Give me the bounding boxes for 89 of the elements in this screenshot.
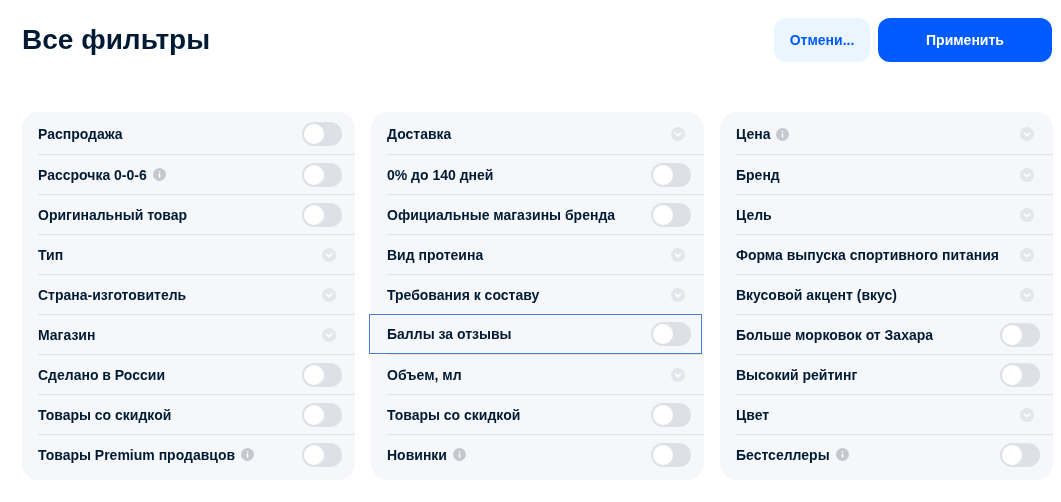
- filter-row[interactable]: Вкусовой акцент (вкус): [736, 274, 1053, 314]
- toggle-switch[interactable]: [302, 362, 342, 387]
- toggle-switch[interactable]: [651, 442, 691, 467]
- toggle-switch[interactable]: [302, 202, 342, 227]
- filter-row[interactable]: Бестселлеры: [736, 434, 1053, 474]
- filter-row[interactable]: Бренд: [736, 154, 1053, 194]
- filter-row[interactable]: Сделано в России: [38, 354, 355, 394]
- filter-label: 0% до 140 дней: [387, 166, 494, 183]
- filter-row[interactable]: Требования к составу: [387, 274, 704, 314]
- filter-row[interactable]: Рассрочка 0-0-6: [38, 154, 355, 194]
- chevron-down-icon[interactable]: [322, 247, 336, 262]
- filter-label: Оригинальный товар: [38, 206, 188, 223]
- filter-row[interactable]: Тип: [38, 234, 355, 274]
- filter-row[interactable]: Объем, мл: [387, 354, 704, 394]
- filter-label: Вид протеина: [387, 246, 484, 263]
- chevron-down-icon[interactable]: [1020, 247, 1034, 262]
- filter-row[interactable]: Доставка: [387, 114, 704, 154]
- page-title: Все фильтры: [22, 24, 211, 56]
- filter-label: Тип: [38, 246, 64, 263]
- filter-row[interactable]: Баллы за отзывы: [369, 314, 702, 354]
- toggle-switch[interactable]: [302, 442, 342, 467]
- filter-label: Больше морковок от Захара: [736, 326, 934, 343]
- toggle-switch[interactable]: [302, 122, 342, 146]
- info-icon[interactable]: [452, 448, 466, 461]
- toggle-switch[interactable]: [1000, 362, 1040, 387]
- filter-row[interactable]: Страна-изготовитель: [38, 274, 355, 314]
- filter-label: Баллы за отзывы: [387, 326, 512, 342]
- filter-label: Товары со скидкой: [38, 406, 172, 423]
- filter-row[interactable]: 0% до 140 дней: [387, 154, 704, 194]
- toggle-switch[interactable]: [302, 402, 342, 427]
- chevron-down-icon[interactable]: [322, 287, 336, 302]
- filter-label: Официальные магазины бренда: [387, 206, 616, 223]
- filter-row[interactable]: Оригинальный товар: [38, 194, 355, 234]
- filter-row[interactable]: Товары Premium продавцов: [38, 434, 355, 474]
- cancel-button[interactable]: Отмени...: [774, 18, 870, 62]
- filter-row[interactable]: Форма выпуска спортивного питания: [736, 234, 1053, 274]
- chevron-down-icon[interactable]: [1020, 207, 1034, 222]
- toggle-switch[interactable]: [651, 402, 691, 427]
- filter-row[interactable]: Новинки: [387, 434, 704, 474]
- filter-label: Распродажа: [38, 126, 123, 142]
- chevron-down-icon[interactable]: [1020, 127, 1034, 141]
- chevron-down-icon[interactable]: [1020, 167, 1034, 182]
- toggle-switch[interactable]: [651, 162, 691, 187]
- chevron-down-icon[interactable]: [671, 247, 685, 262]
- chevron-down-icon[interactable]: [322, 327, 336, 342]
- filter-label: Новинки: [387, 446, 447, 463]
- filter-label: Объем, мл: [387, 366, 462, 383]
- info-icon[interactable]: [152, 168, 166, 181]
- toggle-switch[interactable]: [1000, 442, 1040, 467]
- filter-row[interactable]: Больше морковок от Захара: [736, 314, 1053, 354]
- filter-row[interactable]: Официальные магазины бренда: [387, 194, 704, 234]
- filter-label: Форма выпуска спортивного питания: [736, 246, 999, 263]
- filter-label: Магазин: [38, 326, 96, 343]
- info-icon[interactable]: [835, 448, 849, 461]
- toggle-switch[interactable]: [302, 162, 342, 187]
- filter-row[interactable]: Распродажа: [38, 114, 355, 154]
- filter-label: Товары Premium продавцов: [38, 446, 236, 463]
- filter-label: Товары со скидкой: [387, 406, 521, 423]
- apply-button[interactable]: Применить: [878, 18, 1052, 62]
- filter-row[interactable]: Высокий рейтинг: [736, 354, 1053, 394]
- info-icon[interactable]: [776, 127, 790, 141]
- filter-label: Бренд: [736, 166, 780, 183]
- filter-row[interactable]: Вид протеина: [387, 234, 704, 274]
- filter-row[interactable]: Товары со скидкой: [38, 394, 355, 434]
- filter-label: Страна-изготовитель: [38, 286, 187, 303]
- filter-row[interactable]: Цвет: [736, 394, 1053, 434]
- toggle-switch[interactable]: [651, 202, 691, 227]
- filter-label: Вкусовой акцент (вкус): [736, 286, 897, 303]
- filter-label: Высокий рейтинг: [736, 366, 858, 383]
- toggle-switch[interactable]: [651, 322, 691, 346]
- chevron-down-icon[interactable]: [671, 127, 685, 141]
- chevron-down-icon[interactable]: [1020, 287, 1034, 302]
- filter-row[interactable]: Цена: [736, 114, 1053, 154]
- filter-label: Сделано в России: [38, 366, 165, 383]
- filter-label: Бестселлеры: [736, 446, 830, 463]
- toggle-switch[interactable]: [1000, 322, 1040, 347]
- filter-label: Цвет: [736, 406, 770, 423]
- filter-label: Доставка: [387, 126, 452, 142]
- filter-row[interactable]: Цель: [736, 194, 1053, 234]
- info-icon[interactable]: [241, 448, 255, 461]
- filter-label: Цель: [736, 206, 772, 223]
- filter-row[interactable]: Товары со скидкой: [387, 394, 704, 434]
- filter-row[interactable]: Магазин: [38, 314, 355, 354]
- filter-label: Требования к составу: [387, 286, 540, 303]
- filter-label: Рассрочка 0-0-6: [38, 166, 147, 183]
- chevron-down-icon[interactable]: [1020, 407, 1034, 422]
- chevron-down-icon[interactable]: [671, 287, 685, 302]
- chevron-down-icon[interactable]: [671, 367, 685, 382]
- filter-label: Цена: [736, 126, 771, 142]
